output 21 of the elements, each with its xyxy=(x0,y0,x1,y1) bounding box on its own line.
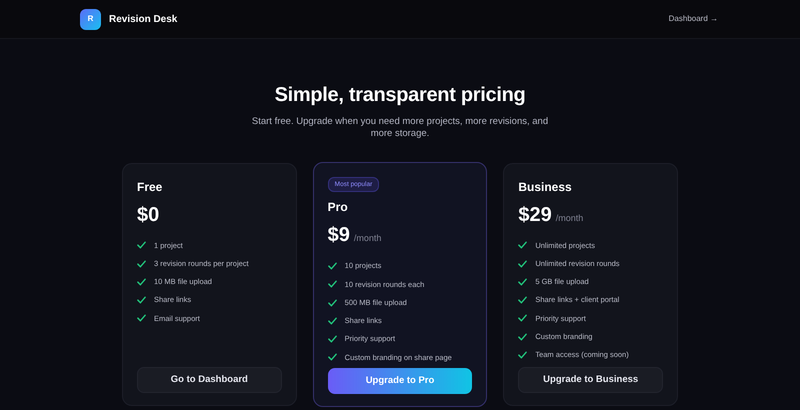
plan-price: $9 xyxy=(328,223,350,248)
check-icon xyxy=(137,314,146,322)
app-logo: R xyxy=(80,8,101,30)
price-period: /month xyxy=(556,212,584,225)
dashboard-link[interactable]: Dashboard → xyxy=(668,13,718,25)
plan-name: Free xyxy=(137,178,164,196)
brand-name: Revision Desk xyxy=(109,12,178,26)
plan-name: Pro xyxy=(328,199,349,216)
plan-button[interactable]: Upgrade to Business xyxy=(518,366,664,393)
page-subtitle: Start free. Upgrade when you need more projects, more revisions, and more storage. xyxy=(250,116,550,141)
check-icon xyxy=(137,296,146,304)
plan-name: Business xyxy=(518,178,573,196)
check-icon xyxy=(137,241,146,250)
check-icon xyxy=(137,260,146,268)
plan-button[interactable]: Go to Dashboard xyxy=(137,366,282,393)
check-icon xyxy=(518,241,528,250)
plan-price: $29 xyxy=(518,202,552,228)
page-title: Simple, transparent pricing xyxy=(274,83,526,108)
plan-price: $0 xyxy=(137,202,160,228)
price-period: /month xyxy=(354,232,382,246)
check-icon xyxy=(137,278,146,286)
